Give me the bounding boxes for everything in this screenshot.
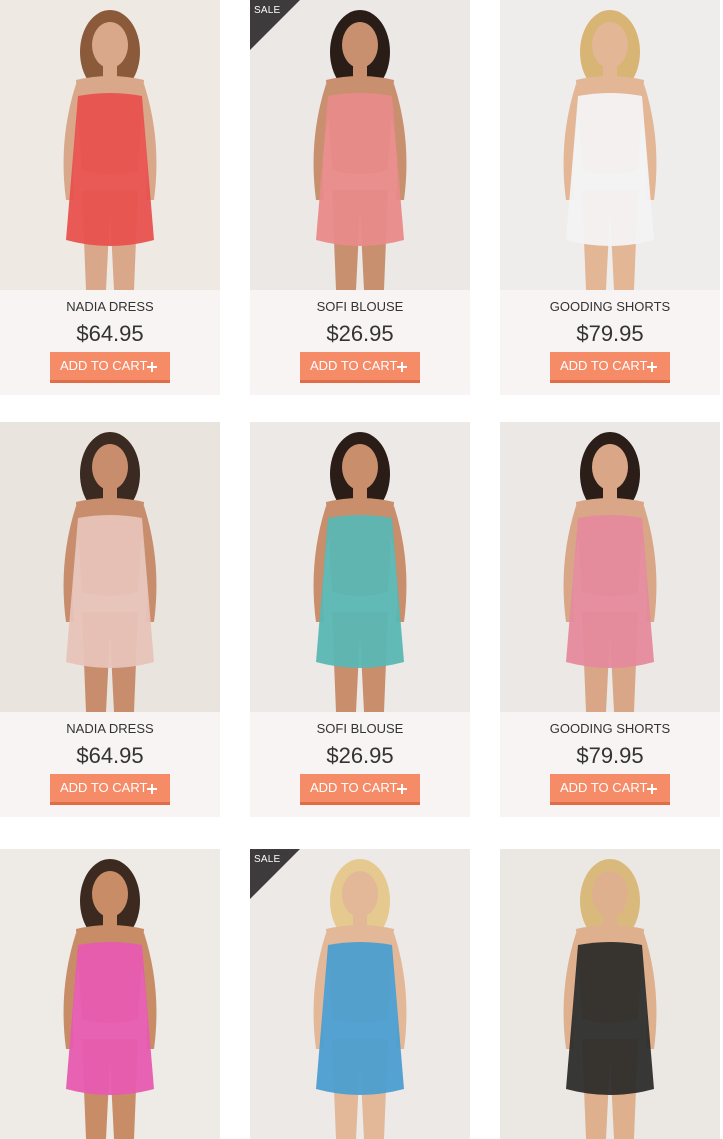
add-to-cart-button[interactable]: ADD TO CART — [300, 774, 420, 805]
sale-label: SALE — [254, 854, 281, 865]
product-info: SOFI BLOUSE $26.95 ADD TO CART — [250, 290, 470, 395]
product-image[interactable] — [0, 0, 220, 290]
product-name[interactable]: SOFI BLOUSE — [250, 290, 470, 315]
backless-top-photo[interactable] — [0, 422, 220, 712]
product-card[interactable]: NADIA DRESS $64.95 ADD TO CART — [0, 422, 220, 817]
product-image[interactable] — [500, 849, 720, 1139]
add-to-cart-label: ADD TO CART — [60, 358, 148, 373]
black-tank-photo[interactable] — [500, 849, 720, 1139]
product-image[interactable]: SALE — [250, 849, 470, 1139]
plus-icon — [397, 784, 407, 794]
add-to-cart-label: ADD TO CART — [310, 358, 398, 373]
product-card[interactable]: SALE — [250, 849, 470, 1139]
plus-icon — [147, 784, 157, 794]
product-card[interactable]: GOODING SHORTS $79.95 ADD TO CART — [500, 0, 720, 395]
product-name[interactable]: NADIA DRESS — [0, 290, 220, 315]
add-to-cart-button[interactable]: ADD TO CART — [50, 774, 170, 805]
product-price: $79.95 — [576, 321, 644, 346]
sale-label: SALE — [254, 5, 281, 16]
add-to-cart-button[interactable]: ADD TO CART — [50, 352, 170, 383]
product-card[interactable]: NADIA DRESS $64.95 ADD TO CART — [0, 0, 220, 395]
product-name[interactable]: GOODING SHORTS — [500, 712, 720, 737]
sale-badge: SALE — [250, 0, 300, 50]
product-image[interactable]: SALE — [250, 0, 470, 290]
product-image[interactable] — [500, 0, 720, 290]
pink-bikini-back-photo[interactable] — [0, 849, 220, 1139]
red-dress-photo[interactable] — [0, 0, 220, 290]
product-image[interactable] — [0, 849, 220, 1139]
product-image[interactable] — [500, 422, 720, 712]
pink-peplum-photo[interactable] — [500, 422, 720, 712]
add-to-cart-label: ADD TO CART — [560, 358, 648, 373]
product-card[interactable]: SALE SOFI BLOUSE $26.95 ADD TO CART — [250, 0, 470, 395]
product-info: SOFI BLOUSE $26.95 ADD TO CART — [250, 712, 470, 817]
add-to-cart-button[interactable]: ADD TO CART — [550, 774, 670, 805]
plus-icon — [647, 362, 657, 372]
product-name[interactable]: GOODING SHORTS — [500, 290, 720, 315]
plus-icon — [397, 362, 407, 372]
sale-badge: SALE — [250, 849, 300, 899]
product-info: GOODING SHORTS $79.95 ADD TO CART — [500, 712, 720, 817]
product-card[interactable]: SOFI BLOUSE $26.95 ADD TO CART — [250, 422, 470, 817]
add-to-cart-label: ADD TO CART — [310, 780, 398, 795]
product-grid: NADIA DRESS $64.95 ADD TO CART SALE SOFI BLO… — [0, 0, 723, 1139]
plus-icon — [147, 362, 157, 372]
add-to-cart-button[interactable]: ADD TO CART — [550, 352, 670, 383]
product-image[interactable] — [0, 422, 220, 712]
product-card[interactable] — [500, 849, 720, 1139]
plus-icon — [647, 784, 657, 794]
product-price: $26.95 — [326, 743, 394, 768]
product-name[interactable]: NADIA DRESS — [0, 712, 220, 737]
add-to-cart-label: ADD TO CART — [60, 780, 148, 795]
product-price: $79.95 — [576, 743, 644, 768]
white-top-photo[interactable] — [500, 0, 720, 290]
product-info: NADIA DRESS $64.95 ADD TO CART — [0, 712, 220, 817]
product-card[interactable]: GOODING SHORTS $79.95 ADD TO CART — [500, 422, 720, 817]
add-to-cart-label: ADD TO CART — [560, 780, 648, 795]
product-name[interactable]: SOFI BLOUSE — [250, 712, 470, 737]
product-info: GOODING SHORTS $79.95 ADD TO CART — [500, 290, 720, 395]
product-card[interactable] — [0, 849, 220, 1139]
product-image[interactable] — [250, 422, 470, 712]
product-info: NADIA DRESS $64.95 ADD TO CART — [0, 290, 220, 395]
product-price: $64.95 — [76, 743, 144, 768]
product-price: $26.95 — [326, 321, 394, 346]
bikini-photo[interactable] — [250, 422, 470, 712]
add-to-cart-button[interactable]: ADD TO CART — [300, 352, 420, 383]
product-price: $64.95 — [76, 321, 144, 346]
